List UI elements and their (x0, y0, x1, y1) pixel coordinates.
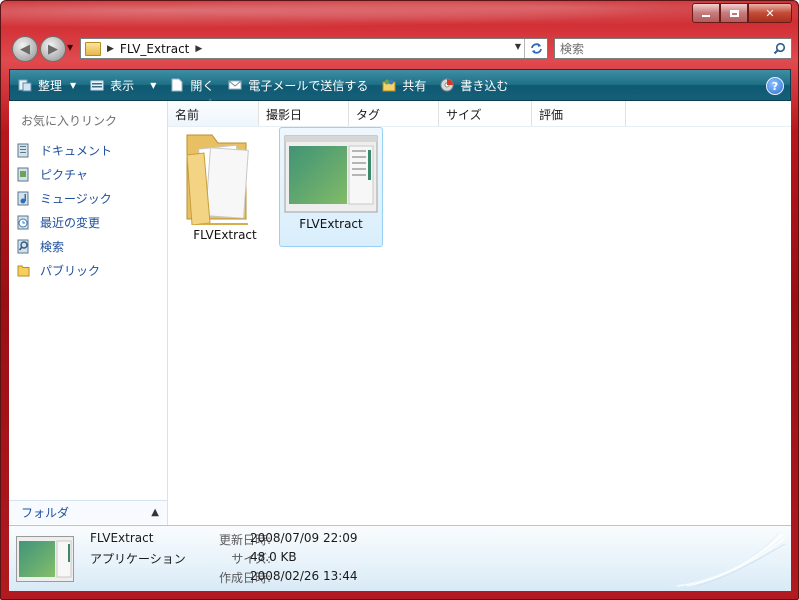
details-values: 2008/07/09 22:09 48.0 KB 2008/02/26 13:4… (250, 531, 358, 588)
sidebar-item-label: ドキュメント (40, 143, 113, 158)
column-header-size[interactable]: サイズ (439, 101, 532, 126)
recent-pages-dropdown-icon[interactable]: ▼ (67, 43, 73, 52)
file-name: FLVExtract (299, 217, 363, 231)
column-header-label: タグ (356, 108, 381, 122)
decorative-swoosh (670, 531, 786, 587)
navigation-row: ◀ ▶ ▼ ▶ FLV_Extract ▶ ▼ 検索 (1, 33, 798, 63)
sidebar-item-label: 最近の変更 (40, 215, 101, 230)
open-button[interactable]: 開く (164, 73, 220, 97)
music-icon (17, 191, 31, 206)
column-header-name[interactable]: ˄ 名前 (168, 99, 259, 126)
column-header-label: サイズ (446, 108, 482, 122)
burn-button[interactable]: 書き込む (434, 73, 514, 97)
document-icon (170, 78, 184, 92)
created-value: 2008/02/26 13:44 (250, 569, 358, 583)
sidebar-item-music[interactable]: ミュージック (17, 186, 112, 210)
details-thumbnail-icon (16, 536, 74, 582)
views-icon (90, 78, 104, 92)
search-icon[interactable] (770, 40, 788, 58)
recent-changes-icon (17, 215, 31, 230)
explorer-window: ✕ ◀ ▶ ▼ ▶ FLV_Extract ▶ ▼ 検索 整理 ▼ 表示 ▼ 開… (0, 0, 799, 600)
sidebar-item-label: ピクチャ (40, 167, 88, 182)
file-name: FLVExtract (193, 228, 257, 242)
minimize-button[interactable] (692, 3, 720, 23)
maximize-icon (729, 9, 739, 17)
favorite-links-title: お気に入りリンク (21, 114, 118, 128)
sidebar-item-label: ミュージック (40, 191, 112, 206)
sort-ascending-icon: ˄ (208, 99, 213, 109)
column-header-date-taken[interactable]: 撮影日 (259, 101, 349, 126)
public-folder-icon (17, 263, 31, 278)
folder-icon (85, 41, 101, 56)
folders-label: フォルダ (21, 506, 70, 520)
navigation-pane: お気に入りリンク ドキュメント ピクチャ ミュージック 最近の変更 検索 パブリ… (9, 101, 168, 525)
command-bar: 整理 ▼ 表示 ▼ 開く 電子メールで送信する 共有 書き込む ? (9, 69, 791, 101)
email-label: 電子メールで送信する (248, 78, 369, 93)
column-header-row: ˄ 名前 撮影日 タグ サイズ 評価 (168, 99, 791, 127)
title-bar[interactable]: ✕ (1, 1, 798, 33)
search-box[interactable]: 検索 (554, 38, 792, 59)
folders-toggle[interactable]: フォルダ ▲ (9, 500, 167, 524)
favorite-links-list: ドキュメント ピクチャ ミュージック 最近の変更 検索 パブリック (17, 138, 112, 282)
views-menu[interactable]: 表示 ▼ (84, 73, 162, 97)
documents-icon (17, 143, 31, 158)
pictures-icon (17, 167, 31, 182)
back-arrow-icon: ◀ (20, 41, 30, 57)
file-item-folder[interactable]: FLVExtract (182, 127, 268, 245)
column-header-rating[interactable]: 評価 (532, 101, 626, 126)
address-bar[interactable]: ▶ FLV_Extract ▶ ▼ (80, 38, 548, 59)
share-label: 共有 (402, 78, 427, 93)
sidebar-item-pictures[interactable]: ピクチャ (17, 162, 112, 186)
organize-menu[interactable]: 整理 ▼ (12, 73, 82, 97)
forward-button[interactable]: ▶ (40, 36, 66, 62)
minimize-icon (702, 15, 710, 17)
chevron-down-icon: ▼ (70, 80, 77, 90)
help-icon[interactable]: ? (766, 77, 784, 95)
organize-icon (18, 78, 32, 92)
organize-label: 整理 (38, 78, 63, 93)
column-header-label: 名前 (175, 108, 200, 122)
details-file-name: FLVExtract (90, 531, 154, 545)
application-thumbnail-icon (284, 135, 378, 213)
back-button[interactable]: ◀ (12, 36, 38, 62)
burn-disc-icon (440, 78, 454, 92)
caption-buttons: ✕ (692, 3, 792, 23)
burn-label: 書き込む (460, 78, 509, 93)
close-icon: ✕ (765, 6, 775, 20)
sidebar-item-public[interactable]: パブリック (17, 258, 112, 282)
chevron-up-icon: ▲ (151, 507, 159, 518)
search-input[interactable]: 検索 (560, 40, 770, 57)
forward-arrow-icon: ▶ (48, 41, 58, 57)
sidebar-item-searches[interactable]: 検索 (17, 234, 112, 258)
searches-icon (17, 239, 31, 254)
sidebar-item-label: 検索 (40, 239, 65, 254)
sidebar-item-recent-changes[interactable]: 最近の変更 (17, 210, 112, 234)
column-header-label: 評価 (539, 108, 564, 122)
size-value: 48.0 KB (250, 550, 297, 564)
refresh-button[interactable] (524, 39, 547, 58)
column-header-tags[interactable]: タグ (349, 101, 439, 126)
share-button[interactable]: 共有 (376, 73, 432, 97)
chevron-down-icon: ▼ (150, 80, 157, 90)
address-dropdown-icon[interactable]: ▼ (515, 42, 521, 51)
sidebar-item-documents[interactable]: ドキュメント (17, 138, 112, 162)
share-icon (382, 78, 396, 92)
file-item-application[interactable]: FLVExtract (279, 127, 383, 247)
email-button[interactable]: 電子メールで送信する (222, 73, 374, 97)
views-label: 表示 (110, 78, 135, 93)
large-folder-icon (186, 134, 249, 226)
maximize-button[interactable] (720, 3, 748, 23)
details-pane: FLVExtract アプリケーション 更新日時: サイズ: 作成日時: 200… (9, 525, 791, 591)
open-label: 開く (190, 78, 215, 93)
refresh-icon (530, 43, 542, 54)
file-list-pane[interactable]: ˄ 名前 撮影日 タグ サイズ 評価 FLVExtract FLVExtract (168, 99, 791, 525)
close-button[interactable]: ✕ (748, 3, 792, 23)
breadcrumb-current-folder[interactable]: FLV_Extract (120, 42, 189, 56)
column-header-label: 撮影日 (266, 108, 303, 122)
sidebar-item-label: パブリック (40, 263, 101, 278)
email-icon (228, 78, 242, 92)
breadcrumb-separator-icon[interactable]: ▶ (107, 44, 114, 54)
breadcrumb-chevron-icon[interactable]: ▶ (195, 44, 202, 54)
modified-value: 2008/07/09 22:09 (250, 531, 358, 545)
